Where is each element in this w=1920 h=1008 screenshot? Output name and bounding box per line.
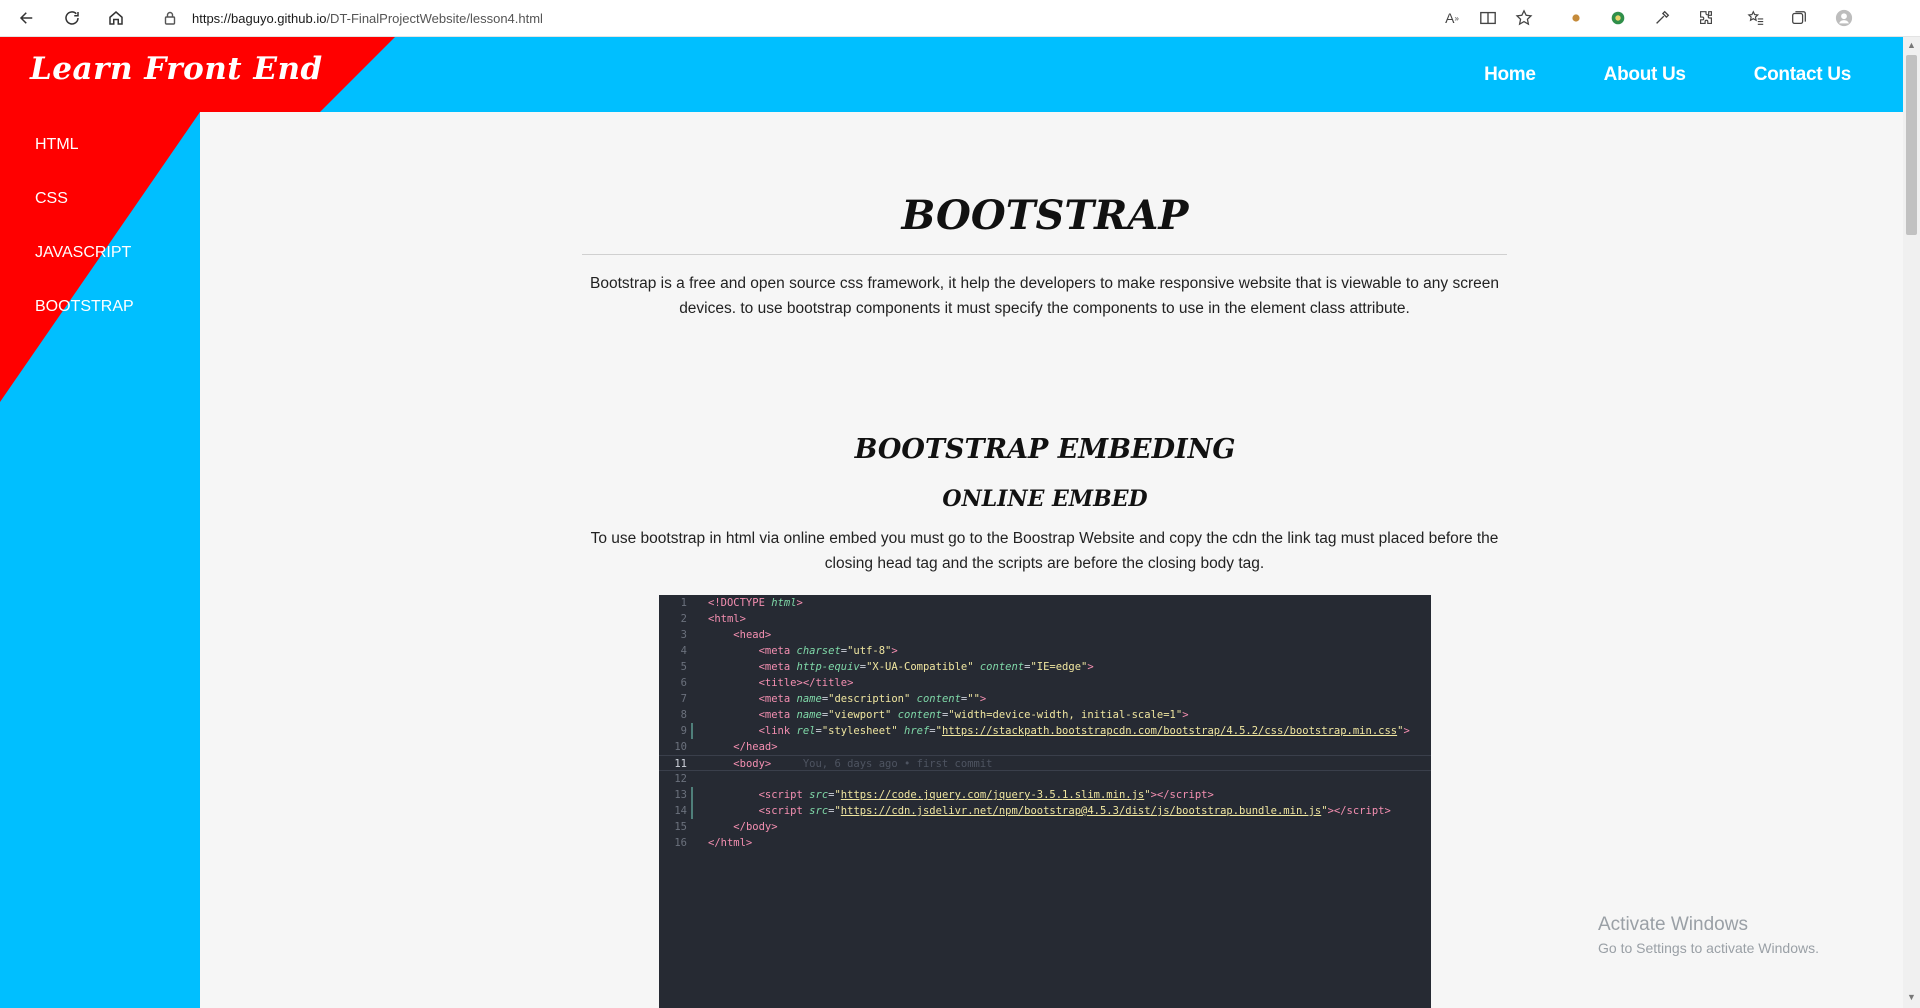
page-title: BOOTSTRAP — [901, 192, 1189, 239]
sidebar-menu: HTML CSS JAVASCRIPT BOOTSTRAP — [35, 134, 134, 350]
code-line: 13 <script src="https://code.jquery.com/… — [674, 787, 1214, 803]
home-icon — [109, 11, 123, 25]
code-line: 15 </body> — [674, 821, 778, 833]
scrollbar-thumb[interactable] — [1906, 55, 1917, 235]
nav-contact-us[interactable]: Contact Us — [1754, 64, 1852, 86]
code-line: 6 <title></title> — [680, 677, 854, 689]
section-title: BOOTSTRAP EMBEDING — [854, 434, 1236, 465]
back-arrow-icon — [19, 12, 33, 24]
browser-toolbar: https://baguyo.github.io/DT-FinalProject… — [0, 0, 1920, 37]
collections-icon[interactable] — [1789, 8, 1809, 28]
code-line: 2 <html> — [680, 613, 746, 625]
code-line: 4 <meta charset="utf-8"> — [680, 645, 898, 657]
code-line: 14 <script src="https://cdn.jsdelivr.net… — [674, 803, 1391, 819]
url-text: https://baguyo.github.io/DT-FinalProject… — [192, 11, 543, 26]
profile-avatar-icon[interactable] — [1834, 8, 1854, 28]
nav-about-us[interactable]: About Us — [1604, 64, 1686, 86]
address-bar[interactable]: https://baguyo.github.io/DT-FinalProject… — [146, 4, 1546, 32]
favorites-list-icon[interactable] — [1746, 8, 1766, 28]
code-line: 10 </head> — [674, 741, 778, 753]
back-button[interactable] — [15, 6, 39, 30]
eyedropper-icon[interactable] — [1652, 8, 1672, 28]
subsection-title: ONLINE EMBED — [942, 486, 1148, 512]
code-line: 1 <!DOCTYPE html> — [680, 597, 803, 609]
page-scrollbar[interactable]: ▲ ▼ — [1903, 37, 1920, 1008]
code-line-current: 11 <body> You, 6 days ago • first commit — [659, 755, 1431, 771]
extension-2-icon[interactable] — [1608, 8, 1628, 28]
extensions-puzzle-icon[interactable] — [1696, 8, 1716, 28]
scroll-down-icon[interactable]: ▼ — [1907, 993, 1916, 1002]
site-header: Learn Front End Home About Us Contact Us — [0, 37, 1903, 112]
activate-windows-title: Activate Windows — [1598, 914, 1748, 935]
intro-paragraph: Bootstrap is a free and open source css … — [590, 275, 1499, 317]
code-line: 5 <meta http-equiv="X-UA-Compatible" con… — [680, 661, 1094, 673]
code-line: 16 </html> — [674, 837, 753, 849]
code-line: 8 <meta name="viewport" content="width=d… — [680, 709, 1189, 721]
nav-home[interactable]: Home — [1484, 64, 1536, 86]
site-logo[interactable]: Learn Front End — [30, 51, 323, 87]
lock-icon — [164, 11, 176, 25]
code-line: 12 — [674, 773, 687, 785]
sidebar-item-html[interactable]: HTML — [35, 134, 134, 188]
reload-icon — [65, 11, 79, 25]
sidebar: HTML CSS JAVASCRIPT BOOTSTRAP — [0, 112, 200, 1008]
sidebar-item-javascript[interactable]: JAVASCRIPT — [35, 242, 134, 296]
immersive-reader-icon[interactable] — [1478, 8, 1498, 28]
scroll-up-icon[interactable]: ▲ — [1907, 41, 1916, 50]
activate-windows-subtitle: Go to Settings to activate Windows. — [1598, 940, 1819, 956]
webpage: Learn Front End Home About Us Contact Us… — [0, 37, 1903, 1008]
reload-button[interactable] — [60, 6, 84, 30]
top-nav: Home About Us Contact Us — [1416, 37, 1851, 112]
title-divider — [582, 254, 1507, 255]
code-line: 7 <meta name="description" content=""> — [680, 693, 987, 705]
subsection-paragraph: To use bootstrap in html via online embe… — [590, 530, 1499, 572]
sidebar-item-bootstrap[interactable]: BOOTSTRAP — [35, 296, 134, 350]
code-line: 9 <link rel="stylesheet" href="https://s… — [680, 723, 1410, 739]
favorite-star-icon[interactable] — [1514, 8, 1534, 28]
code-line: 3 <head> — [680, 629, 772, 641]
code-screenshot: 1 <!DOCTYPE html> 2 <html> 3 <head> 4 <met… — [659, 595, 1431, 1008]
sidebar-item-css[interactable]: CSS — [35, 188, 134, 242]
extension-1-icon[interactable] — [1566, 8, 1586, 28]
read-aloud-icon[interactable]: A» — [1442, 8, 1462, 28]
main-content: BOOTSTRAP Bootstrap is a free and open s… — [200, 112, 1903, 1008]
home-button[interactable] — [104, 6, 128, 30]
